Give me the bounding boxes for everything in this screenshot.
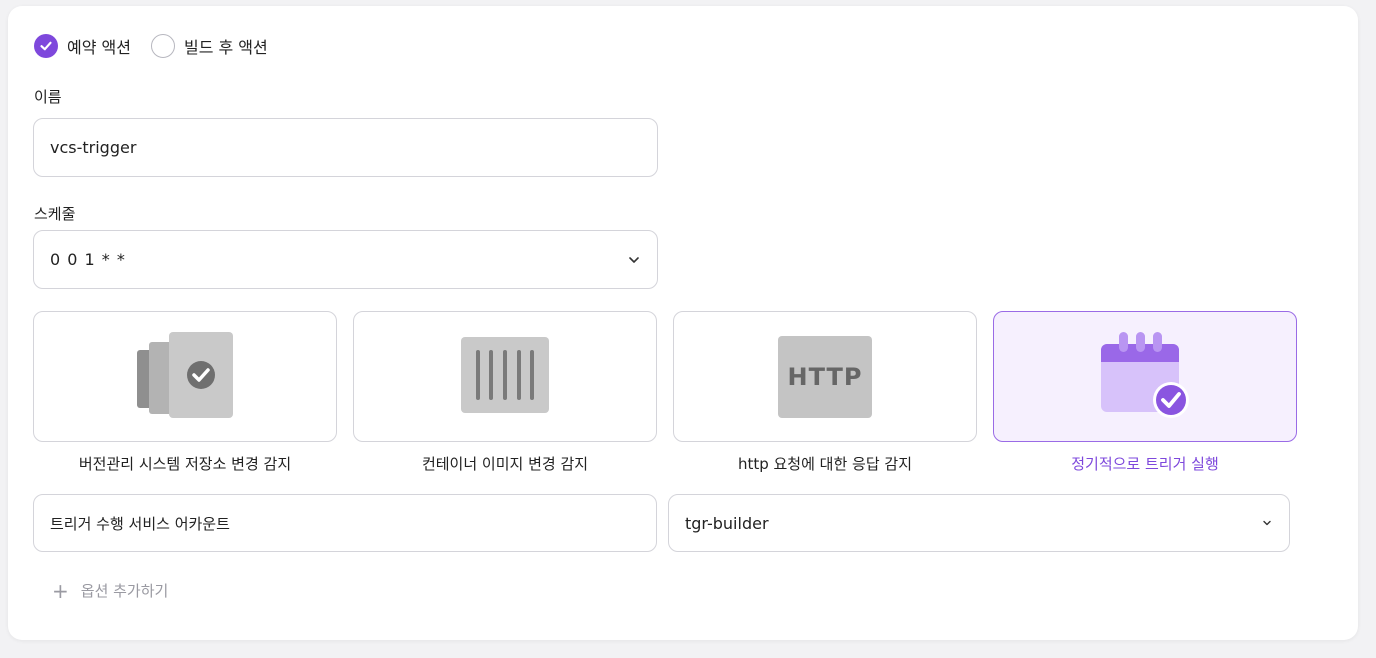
http-icon: HTTP — [778, 335, 872, 418]
schedule-select-value: 0 0 1 * * — [50, 250, 126, 269]
chevron-down-icon — [1261, 517, 1273, 529]
container-image-icon — [460, 336, 550, 418]
trigger-type-container-label: 컨테이너 이미지 변경 감지 — [421, 455, 589, 473]
trigger-type-http-tile[interactable]: HTTP — [673, 311, 977, 442]
service-account-select[interactable]: tgr-builder — [668, 494, 1290, 552]
trigger-type-vcs-label: 버전관리 시스템 저장소 변경 감지 — [78, 455, 292, 473]
trigger-type-http-label: http 요청에 대한 응답 감지 — [737, 455, 913, 473]
http-icon-text: HTTP — [787, 362, 863, 391]
trigger-type-periodic-tile[interactable] — [993, 311, 1297, 442]
plus-icon: + — [52, 578, 69, 603]
service-account-label-box: 트리거 수행 서비스 어카운트 — [33, 494, 657, 552]
name-input-value: vcs-trigger — [50, 138, 137, 157]
schedule-field-label: 스케줄 — [34, 205, 76, 223]
trigger-type-vcs-tile[interactable] — [33, 311, 337, 442]
radio-scheduled-action-label: 예약 액션 — [67, 38, 131, 57]
trigger-type-periodic-label: 정기적으로 트리거 실행 — [1071, 455, 1219, 473]
radio-checked-icon — [34, 34, 58, 58]
trigger-type-container-tile[interactable] — [353, 311, 657, 442]
radio-post-build-action[interactable]: 빌드 후 액션 — [150, 34, 268, 58]
radio-scheduled-action[interactable]: 예약 액션 — [34, 34, 131, 58]
schedule-select[interactable]: 0 0 1 * * — [33, 230, 658, 289]
vcs-repo-icon — [135, 330, 235, 424]
service-account-label: 트리거 수행 서비스 어카운트 — [50, 514, 230, 533]
calendar-check-icon — [1097, 330, 1193, 424]
name-field-label: 이름 — [34, 88, 62, 106]
action-type-radio-group: 예약 액션 빌드 후 액션 — [34, 32, 288, 60]
service-account-value: tgr-builder — [685, 513, 769, 533]
add-option-button[interactable]: + 옵션 추가하기 — [52, 580, 168, 601]
name-input[interactable]: vcs-trigger — [33, 118, 658, 177]
add-option-label: 옵션 추가하기 — [80, 582, 169, 600]
radio-post-build-action-label: 빌드 후 액션 — [183, 38, 268, 57]
radio-unchecked-icon — [150, 34, 175, 58]
chevron-down-icon — [627, 253, 641, 267]
